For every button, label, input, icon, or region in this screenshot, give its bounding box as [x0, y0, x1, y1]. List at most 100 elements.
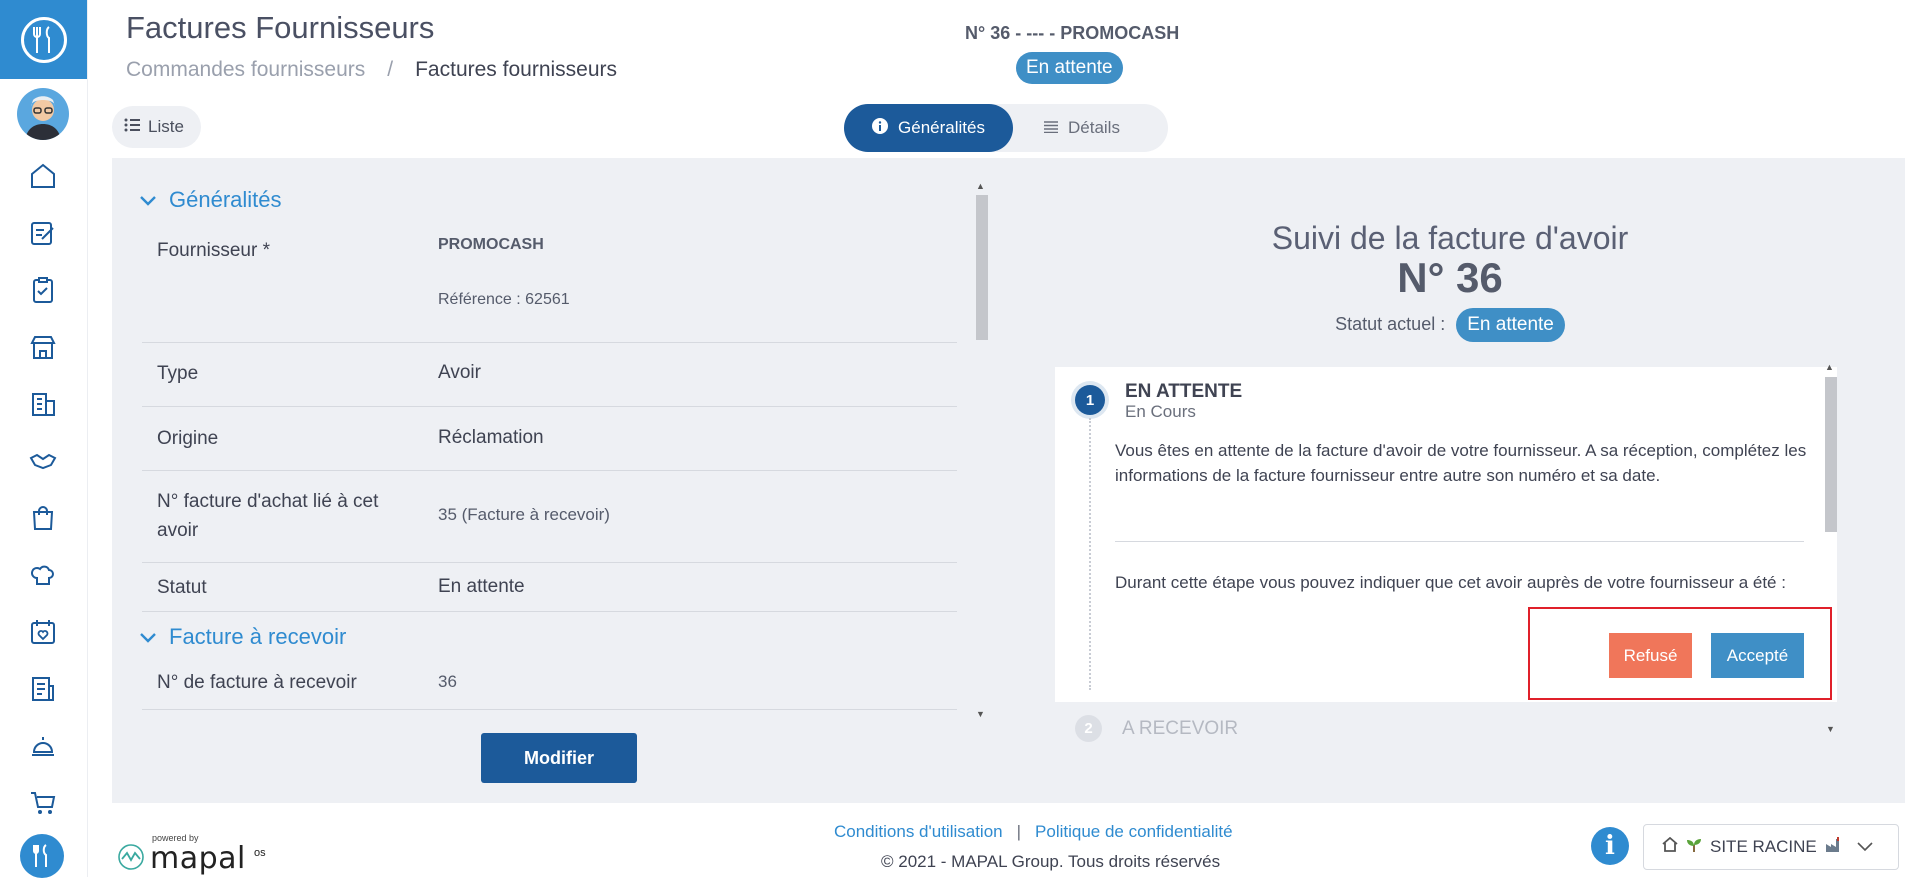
scrollbar-thumb[interactable]	[976, 195, 988, 340]
section-facture-label: Facture à recevoir	[169, 624, 347, 649]
row-value: Réclamation	[438, 427, 544, 448]
avatar[interactable]	[17, 88, 69, 140]
section-generalites[interactable]: Généralités	[139, 187, 282, 213]
row-value: Avoir	[438, 362, 481, 383]
section-generalites-label: Généralités	[169, 187, 282, 212]
factory-icon	[1825, 836, 1843, 858]
bell-service-icon[interactable]	[24, 727, 62, 765]
breadcrumb-commandes[interactable]: Commandes fournisseurs	[126, 58, 365, 82]
cart-icon[interactable]	[24, 784, 62, 822]
fork-knife-icon	[20, 16, 67, 63]
tracking-number: N° 36	[1397, 254, 1503, 301]
step-1-number: 1	[1075, 385, 1105, 415]
handshake-icon[interactable]	[24, 442, 62, 480]
info-icon[interactable]: i	[1591, 827, 1629, 865]
tab-bar: Généralités Détails	[844, 104, 1168, 152]
row-value: 36	[438, 672, 457, 691]
sprout-icon	[1686, 837, 1702, 858]
row-label: Fournisseur *	[157, 240, 270, 261]
tab-details[interactable]: Détails	[1044, 104, 1120, 152]
accept-button[interactable]: Accepté	[1711, 633, 1804, 678]
chevron-down-icon	[139, 187, 157, 213]
scroll-down-icon[interactable]: ▼	[976, 709, 985, 719]
step-1-instruction: Durant cette étape vous pouvez indiquer …	[1115, 573, 1786, 592]
list-button-label: Liste	[148, 117, 184, 136]
row-label: Statut	[157, 577, 207, 598]
list-button[interactable]: Liste	[112, 106, 201, 148]
building-icon[interactable]	[24, 385, 62, 423]
list-icon	[124, 117, 140, 137]
divider	[1115, 541, 1804, 542]
scroll-down-icon[interactable]: ▼	[1826, 724, 1835, 734]
step-2-title: A RECEVOIR	[1122, 718, 1239, 739]
copyright: © 2021 - MAPAL Group. Tous droits réserv…	[881, 852, 1221, 871]
row-statut: Statut En attente	[142, 563, 957, 612]
scroll-up-icon[interactable]: ▲	[976, 181, 985, 191]
status-badge: En attente	[1016, 52, 1123, 84]
step-1-title: EN ATTENTE	[1125, 381, 1243, 402]
scrollbar-thumb[interactable]	[1825, 377, 1837, 532]
page-title: Factures Fournisseurs	[126, 10, 435, 45]
row-value: 35 (Facture à recevoir)	[438, 505, 610, 524]
chevron-down-icon	[139, 624, 157, 650]
row-label: Type	[157, 363, 199, 384]
document-list-icon[interactable]	[24, 670, 62, 708]
current-status-label: Statut actuel :	[1335, 313, 1446, 334]
chevron-down-icon	[1857, 837, 1873, 857]
general-form-panel: Généralités Fournisseur * PROMOCASH Réfé…	[127, 176, 997, 724]
home-small-icon	[1662, 836, 1678, 857]
current-status-badge: En attente	[1456, 308, 1565, 342]
step-2-number: 2	[1075, 715, 1102, 742]
form-scrollbar[interactable]: ▲ ▼	[973, 181, 988, 722]
supplier-reference: Référence : 62561	[438, 291, 570, 308]
tab-details-label: Détails	[1068, 118, 1120, 137]
row-value: En attente	[438, 576, 525, 597]
current-status: Statut actuel : En attente	[1000, 308, 1900, 342]
breadcrumb-separator: /	[387, 58, 394, 81]
section-facture-a-recevoir[interactable]: Facture à recevoir	[139, 624, 346, 650]
store-icon[interactable]	[24, 328, 62, 366]
edit-note-icon[interactable]	[24, 214, 62, 252]
terms-link[interactable]: Conditions d'utilisation	[834, 822, 1003, 842]
privacy-link[interactable]: Politique de confidentialité	[1035, 822, 1233, 842]
tracking-title: Suivi de la facture d'avoir	[1271, 220, 1629, 256]
scroll-up-icon[interactable]: ▲	[1825, 362, 1834, 372]
site-name: SITE RACINE	[1710, 837, 1817, 856]
row-facture-liee: N° facture d'achat lié à cet avoir 35 (F…	[142, 471, 957, 563]
site-selector[interactable]: SITE RACINE	[1643, 824, 1899, 870]
row-type: Type Avoir	[142, 343, 957, 407]
refuse-button[interactable]: Refusé	[1609, 633, 1692, 678]
clipboard-check-icon[interactable]	[24, 271, 62, 309]
calendar-heart-icon[interactable]	[24, 613, 62, 651]
shopping-bag-icon[interactable]	[24, 499, 62, 537]
breadcrumb-factures: Factures fournisseurs	[415, 58, 618, 81]
step-1-description: Vous êtes en attente de la facture d'avo…	[1115, 441, 1807, 485]
step-scrollbar[interactable]: ▲	[1822, 362, 1837, 700]
row-label: N° facture d'achat lié à cet avoir	[157, 491, 379, 541]
modify-button[interactable]: Modifier	[481, 733, 637, 783]
link-separator: |	[1016, 822, 1022, 841]
chef-hat-icon[interactable]	[24, 556, 62, 594]
row-num-facture: N° de facture à recevoir 36	[142, 664, 957, 710]
row-label: Origine	[157, 428, 219, 449]
app-logo[interactable]	[0, 0, 87, 79]
document-reference: N° 36 - --- - PROMOCASH	[965, 23, 1180, 43]
breadcrumb: Commandes fournisseurs / Factures fourni…	[126, 58, 617, 82]
footer-links: Conditions d'utilisation | Politique de …	[834, 822, 1233, 842]
row-fournisseur: Fournisseur * PROMOCASH Référence : 6256…	[142, 224, 957, 343]
sidebar	[0, 0, 88, 878]
brand-text: mapal	[150, 841, 246, 876]
home-icon[interactable]	[24, 157, 62, 195]
supplier-name: PROMOCASH	[438, 236, 544, 253]
info-icon	[872, 117, 889, 139]
mapal-wave-icon	[118, 844, 144, 870]
row-label: N° de facture à recevoir	[157, 672, 357, 693]
step-connector	[1089, 418, 1091, 690]
list-lines-icon	[1044, 118, 1058, 138]
brand-suffix: os	[254, 847, 266, 859]
mapal-circle-icon[interactable]	[20, 834, 64, 878]
step-1-subtitle: En Cours	[1125, 402, 1196, 421]
tab-generalites-label: Généralités	[898, 118, 985, 137]
tab-generalites[interactable]: Généralités	[844, 104, 1013, 152]
row-origine: Origine Réclamation	[142, 407, 957, 471]
